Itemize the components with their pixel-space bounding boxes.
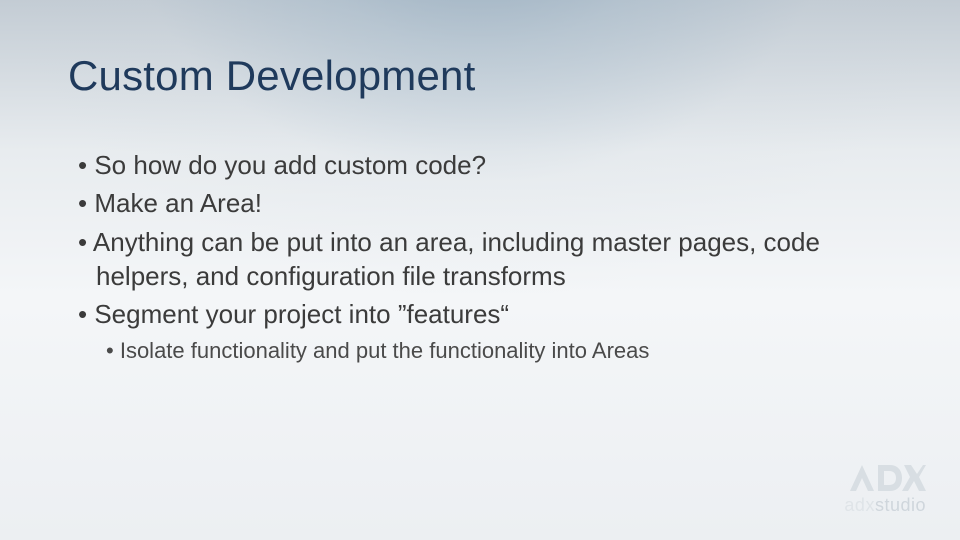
bullet-level1: Make an Area!: [78, 186, 900, 220]
slide-title: Custom Development: [68, 52, 475, 100]
brand-word-suffix: studio: [875, 495, 926, 515]
brand-wordmark: adxstudio: [844, 495, 926, 516]
adx-mark-icon: [848, 463, 926, 493]
bullet-level2: Isolate functionality and put the functi…: [106, 336, 900, 365]
slide-body: So how do you add custom code? Make an A…: [78, 148, 900, 365]
bullet-level1: Segment your project into ”features“: [78, 297, 900, 331]
slide: Custom Development So how do you add cus…: [0, 0, 960, 540]
bullet-level1: So how do you add custom code?: [78, 148, 900, 182]
bullet-level1: Anything can be put into an area, includ…: [78, 225, 900, 294]
brand-word-prefix: adx: [844, 495, 875, 515]
brand-logo: adxstudio: [844, 463, 926, 516]
